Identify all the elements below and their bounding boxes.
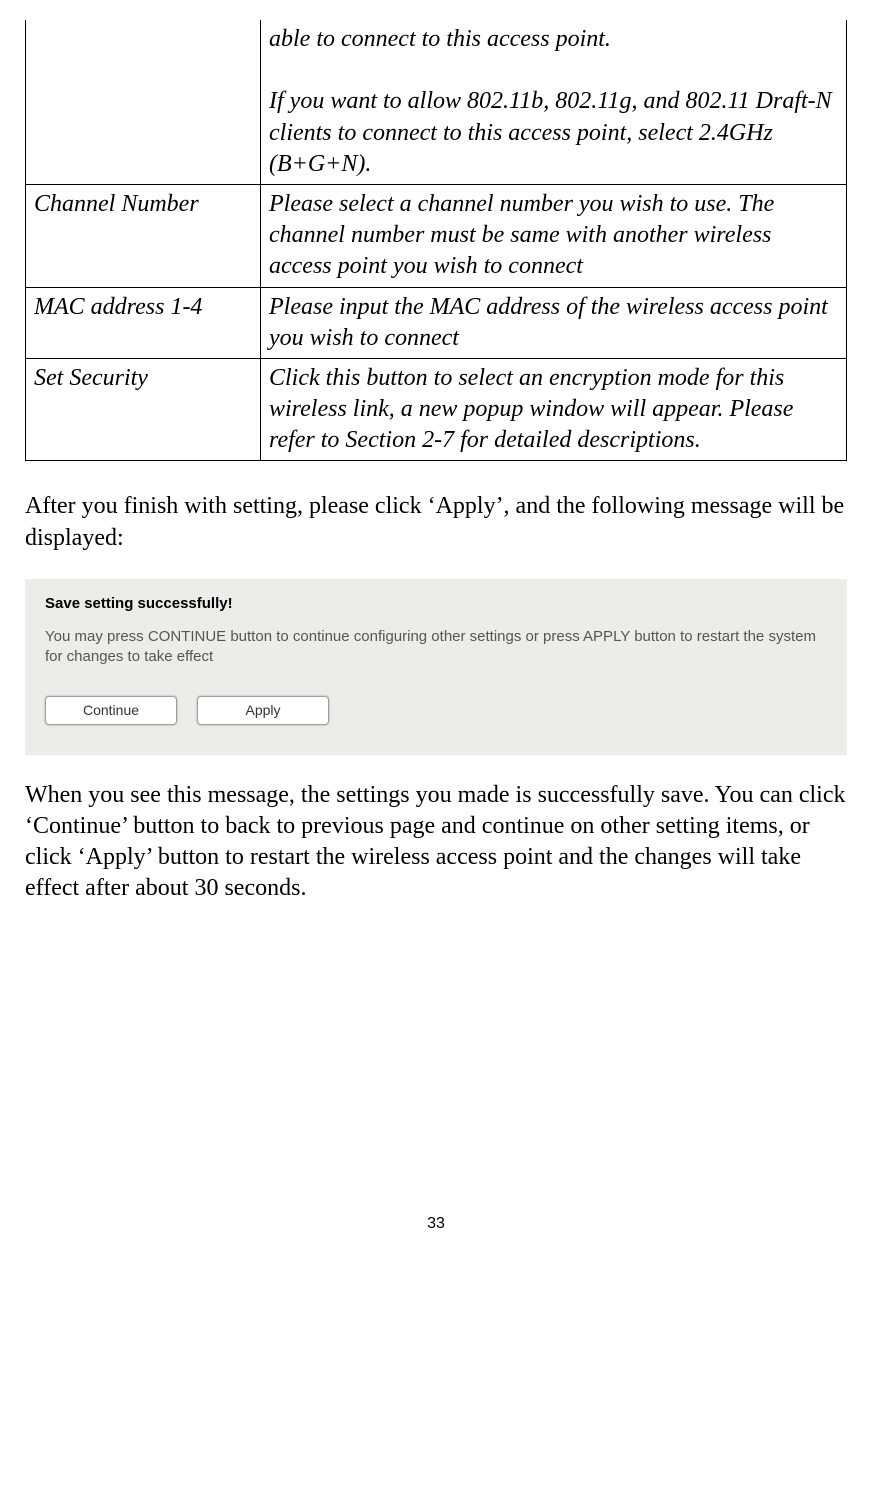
settings-table: able to connect to this access point. If… [25,20,847,461]
table-cell-label: Set Security [26,358,261,461]
table-row: MAC address 1-4 Please input the MAC add… [26,287,847,358]
body-paragraph: When you see this message, the settings … [25,780,847,905]
body-paragraph: After you finish with setting, please cl… [25,491,847,553]
table-cell-desc: Please select a channel number you wish … [261,184,847,287]
table-row: able to connect to this access point. If… [26,20,847,184]
save-success-dialog: Save setting successfully! You may press… [25,579,847,755]
table-cell-label: MAC address 1-4 [26,287,261,358]
table-cell-desc: able to connect to this access point. If… [261,20,847,184]
page-number: 33 [25,1214,847,1235]
apply-button[interactable]: Apply [197,696,329,724]
table-row: Channel Number Please select a channel n… [26,184,847,287]
dialog-buttons: Continue Apply [45,696,827,724]
table-cell-label [26,20,261,184]
table-cell-label: Channel Number [26,184,261,287]
table-cell-desc: Click this button to select an encryptio… [261,358,847,461]
table-row: Set Security Click this button to select… [26,358,847,461]
table-cell-desc: Please input the MAC address of the wire… [261,287,847,358]
dialog-text: You may press CONTINUE button to continu… [45,627,827,666]
dialog-title: Save setting successfully! [45,594,827,614]
continue-button[interactable]: Continue [45,696,177,724]
